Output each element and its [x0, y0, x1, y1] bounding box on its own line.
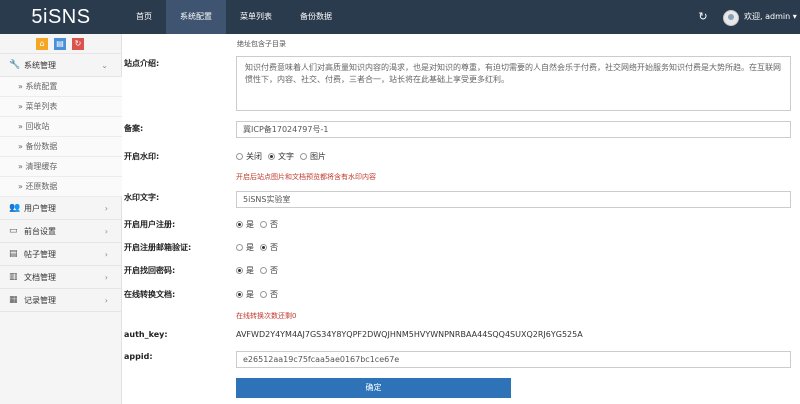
sidebar-item-posts[interactable]: ▤ 帖子管理 › — [0, 243, 122, 266]
sidebar-subitem-restore[interactable]: » 还原数据 — [0, 177, 122, 197]
online-convert-label: 在线转换文档: — [124, 290, 176, 299]
sidebar-item-records[interactable]: ▦ 记录管理 › — [0, 289, 122, 312]
watermark-option-off[interactable]: 关闭 — [236, 151, 262, 162]
file-icon: ▤ — [9, 249, 18, 259]
sidebar-subitem-backup[interactable]: » 备份数据 — [0, 137, 122, 157]
find-password-label: 开启找回密码: — [124, 266, 176, 275]
sidebar-item-frontend[interactable]: ▭ 前台设置 › — [0, 220, 122, 243]
find-password-option-yes[interactable]: 是 — [236, 265, 254, 276]
online-convert-hint: 在线转换次数还剩0 — [236, 312, 297, 320]
chevron-right-icon: › — [104, 227, 108, 236]
register-radio-group: 是 否 — [236, 219, 284, 230]
sidebar-item-users[interactable]: 👥 用户管理 › — [0, 197, 122, 220]
watermark-radio-group: 关闭 文字 图片 — [236, 151, 332, 162]
nav-backup-data[interactable]: 备份数据 — [286, 0, 346, 34]
sidebar-menu: 🔧 系统管理 ⌄ » 系统配置 » 菜单列表 » 回收站 » 备份数据 » 清理… — [0, 54, 122, 312]
user-menu[interactable]: 欢迎, admin ▾ — [744, 0, 797, 34]
app-logo[interactable]: 5iSNS — [0, 0, 122, 34]
watermark-option-image[interactable]: 图片 — [300, 151, 326, 162]
sidebar-item-label: 记录管理 — [24, 296, 56, 305]
find-password-radio-group: 是 否 — [236, 265, 284, 276]
refresh-icon[interactable]: ↻ — [72, 38, 84, 50]
nav-system-config[interactable]: 系统配置 — [166, 0, 226, 34]
email-verify-label: 开启注册邮箱验证: — [124, 243, 192, 252]
appid-label: appid: — [124, 352, 153, 361]
email-verify-option-yes[interactable]: 是 — [236, 242, 254, 253]
icp-label: 备案: — [124, 124, 144, 133]
watermark-text-label: 水印文字: — [124, 193, 160, 202]
register-option-no[interactable]: 否 — [260, 219, 278, 230]
email-verify-option-no[interactable]: 否 — [260, 242, 278, 253]
sidebar-item-label: 用户管理 — [24, 204, 56, 213]
nav-menu-list[interactable]: 菜单列表 — [226, 0, 286, 34]
monitor-icon: ▭ — [9, 226, 18, 236]
sidebar-item-label: 帖子管理 — [24, 250, 56, 259]
refresh-icon[interactable]: ↻ — [697, 11, 709, 23]
watermark-text-input[interactable]: 5iSNS实验室 — [236, 191, 791, 208]
sidebar-shortcuts: ⌂ ▤ ↻ — [0, 34, 122, 54]
watermark-label: 开启水印: — [124, 152, 160, 161]
top-navbar: 5iSNS 首页 系统配置 菜单列表 备份数据 ↻ 欢迎, admin ▾ — [0, 0, 800, 34]
chevron-right-icon: › — [104, 273, 108, 282]
chevron-right-icon: › — [104, 250, 108, 259]
chart-icon: ▦ — [9, 295, 18, 305]
nav-home[interactable]: 首页 — [122, 0, 166, 34]
watermark-option-text[interactable]: 文字 — [268, 151, 294, 162]
intro-label: 站点介绍: — [124, 59, 160, 68]
wrench-icon: 🔧 — [9, 60, 21, 70]
find-password-option-no[interactable]: 否 — [260, 265, 278, 276]
sidebar-subitem-system-config[interactable]: » 系统配置 — [0, 77, 122, 97]
auth-key-value: AVFWD2Y4YM4AJ7GS34Y8YQPF2DWQJHNM5HVYWNPN… — [236, 330, 583, 339]
sidebar-subitem-recycle-bin[interactable]: » 回收站 — [0, 117, 122, 137]
intro-textarea[interactable]: 知识付费意味着人们对高质量知识内容的渴求，也是对知识的尊重，有迫切需要的人自然会… — [236, 56, 791, 111]
icp-input[interactable]: 冀ICP备17024797号-1 — [236, 121, 791, 138]
avatar[interactable] — [723, 10, 739, 26]
main-nav: 首页 系统配置 菜单列表 备份数据 — [122, 0, 346, 34]
auth-key-label: auth_key: — [124, 330, 168, 339]
register-label: 开启用户注册: — [124, 220, 176, 229]
field-note: 绝址包含子目录 — [237, 40, 286, 48]
watermark-hint: 开启后站点图片和文档预览都将含有水印内容 — [236, 173, 376, 181]
online-convert-radio-group: 是 否 — [236, 289, 284, 300]
sidebar-item-label: 前台设置 — [24, 227, 56, 236]
sidebar-item-system[interactable]: 🔧 系统管理 ⌄ — [0, 54, 122, 77]
users-icon: 👥 — [9, 203, 21, 213]
chevron-down-icon: ⌄ — [101, 61, 108, 70]
sidebar-item-docs[interactable]: ▥ 文档管理 › — [0, 266, 122, 289]
submit-button[interactable]: 确定 — [236, 378, 511, 398]
online-convert-option-yes[interactable]: 是 — [236, 289, 254, 300]
sidebar-subitem-clear-cache[interactable]: » 清理缓存 — [0, 157, 122, 177]
email-verify-radio-group: 是 否 — [236, 242, 284, 253]
sidebar: ⌂ ▤ ↻ 🔧 系统管理 ⌄ » 系统配置 » 菜单列表 » 回收站 » 备份数… — [0, 34, 122, 404]
register-option-yes[interactable]: 是 — [236, 219, 254, 230]
chevron-right-icon: › — [104, 204, 108, 213]
chevron-right-icon: › — [104, 296, 108, 305]
sidebar-subitem-menu-list[interactable]: » 菜单列表 — [0, 97, 122, 117]
sidebar-item-label: 系统管理 — [24, 61, 56, 70]
book-icon: ▥ — [9, 272, 18, 282]
home-icon[interactable]: ⌂ — [36, 38, 48, 50]
appid-input[interactable]: e26512aa19c75fcaa5ae0167bc1ce67e — [236, 351, 791, 368]
document-icon[interactable]: ▤ — [54, 38, 66, 50]
main-content: 绝址包含子目录 站点介绍: 知识付费意味着人们对高质量知识内容的渴求，也是对知识… — [122, 34, 800, 404]
online-convert-option-no[interactable]: 否 — [260, 289, 278, 300]
sidebar-item-label: 文档管理 — [24, 273, 56, 282]
